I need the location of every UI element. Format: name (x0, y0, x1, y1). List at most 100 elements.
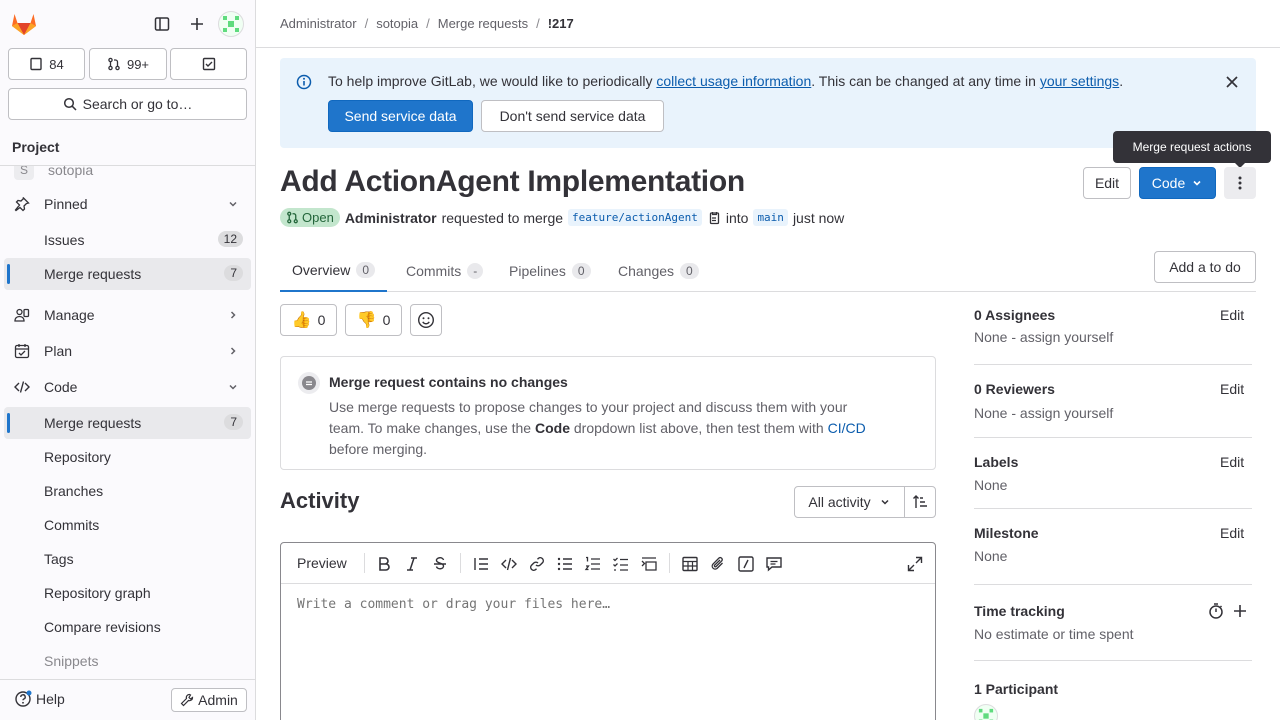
description-line: Use merge requests to propose changes to… (329, 399, 848, 415)
more-actions-button[interactable] (1224, 167, 1256, 199)
sidebar-item-tags[interactable]: Tags (4, 543, 251, 575)
link-icon[interactable] (528, 555, 546, 573)
code-dropdown-button[interactable]: Code (1139, 167, 1216, 199)
code-icon[interactable] (500, 555, 518, 573)
sidebar-project-link[interactable]: S sotopia (4, 166, 251, 186)
copy-branch-icon[interactable] (707, 211, 721, 225)
admin-button[interactable]: Admin (171, 688, 247, 712)
add-todo-button[interactable]: Add a to do (1154, 251, 1256, 283)
activity-filter-dropdown[interactable]: All activity (794, 486, 905, 518)
quote-icon[interactable] (472, 555, 490, 573)
sidebar-toggle-icon[interactable] (152, 14, 172, 34)
preview-button[interactable]: Preview (297, 555, 347, 571)
thumbs-down-button[interactable]: 👎 0 (345, 304, 402, 336)
italic-icon[interactable] (403, 555, 421, 573)
merge-requests-count: 99+ (126, 56, 150, 72)
sidebar-item-code[interactable]: Code (4, 371, 251, 403)
sidebar-item-repository[interactable]: Repository (4, 441, 251, 473)
participant-avatar[interactable] (974, 704, 998, 720)
search-label: Search or go to… (82, 96, 193, 112)
sidebar-item-label: Repository graph (44, 585, 151, 601)
help-icon (14, 690, 32, 708)
collapsible-section-icon[interactable] (640, 555, 658, 573)
banner-text: To help improve GitLab, we would like to… (328, 73, 1123, 89)
collect-usage-link[interactable]: collect usage information (656, 73, 811, 89)
pin-icon (14, 196, 30, 212)
thumbs-up-button[interactable]: 👍 0 (280, 304, 337, 336)
author-link[interactable]: Administrator (345, 210, 437, 226)
sidebar-item-pinned[interactable]: Pinned (4, 188, 251, 220)
avatar[interactable] (218, 11, 244, 37)
quick-actions-icon[interactable] (737, 555, 755, 573)
bulleted-list-icon[interactable] (556, 555, 574, 573)
sidebar-item-merge-requests[interactable]: Merge requests 7 (4, 407, 251, 439)
sidebar-item-branches[interactable]: Branches (4, 475, 251, 507)
tab-overview[interactable]: Overview 0 (280, 250, 388, 292)
sidebar-header (0, 0, 255, 48)
breadcrumb-item[interactable]: Administrator (280, 16, 357, 31)
wrench-icon (180, 693, 194, 707)
reviewers-edit-button[interactable]: Edit (1220, 381, 1244, 397)
divider (974, 660, 1252, 661)
sidebar-item-compare-revisions[interactable]: Compare revisions (4, 611, 251, 643)
assignees-value[interactable]: None - assign yourself (974, 329, 1113, 345)
source-branch[interactable]: feature/actionAgent (568, 209, 702, 226)
add-reaction-button[interactable] (410, 304, 442, 336)
sidebar-item-issues[interactable]: Issues 12 (4, 224, 251, 256)
chevron-down-icon (1191, 177, 1203, 189)
tab-changes[interactable]: Changes 0 (606, 250, 711, 292)
target-branch[interactable]: main (753, 209, 788, 226)
send-service-data-button[interactable]: Send service data (328, 100, 473, 132)
issues-count: 84 (49, 56, 64, 72)
table-icon[interactable] (681, 555, 699, 573)
comment-dots-icon[interactable] (765, 555, 783, 573)
description-line: before merging. (329, 441, 428, 457)
plus-icon[interactable] (187, 14, 207, 34)
breadcrumb-item[interactable]: Merge requests (438, 16, 528, 31)
issues-count-button[interactable]: 84 (8, 48, 85, 80)
description-text: team. To make changes, use the (329, 420, 535, 436)
tab-commits[interactable]: Commits - (394, 250, 495, 292)
sidebar-item-label: Commits (44, 517, 100, 533)
search-button[interactable]: Search or go to… (8, 88, 247, 120)
sidebar-item-manage[interactable]: Manage (4, 299, 251, 331)
task-list-icon[interactable] (612, 555, 630, 573)
sidebar-item-label: Repository (44, 449, 111, 465)
help-button[interactable]: Help (14, 690, 65, 708)
numbered-list-icon[interactable] (584, 555, 602, 573)
sort-direction-button[interactable] (904, 486, 936, 518)
edit-button[interactable]: Edit (1083, 167, 1131, 199)
strikethrough-icon[interactable] (431, 555, 449, 573)
tab-label: Overview (292, 262, 351, 278)
stopwatch-icon[interactable] (1207, 602, 1225, 620)
breadcrumb-current[interactable]: !217 (548, 16, 574, 31)
sidebar-item-snippets[interactable]: Snippets (4, 645, 251, 677)
tab-pipelines[interactable]: Pipelines 0 (497, 250, 603, 292)
your-settings-link[interactable]: your settings (1040, 73, 1119, 89)
editor-toolbar: Preview (281, 543, 935, 584)
assignees-edit-button[interactable]: Edit (1220, 307, 1244, 323)
dont-send-service-data-button[interactable]: Don't send service data (481, 100, 664, 132)
ci-cd-link[interactable]: CI/CD (828, 420, 866, 436)
gitlab-logo-icon[interactable] (10, 10, 38, 38)
merge-requests-count-button[interactable]: 99+ (89, 48, 167, 80)
bold-icon[interactable] (375, 555, 393, 573)
sidebar-item-repository-graph[interactable]: Repository graph (4, 577, 251, 609)
merge-request-tabs: Overview 0 Commits - Pipelines 0 Changes 0 A… (280, 250, 1256, 292)
close-icon[interactable] (1224, 74, 1240, 90)
sidebar-item-merge-requests-pinned[interactable]: Merge requests 7 (4, 258, 251, 290)
labels-edit-button[interactable]: Edit (1220, 454, 1244, 470)
no-changes-title: Merge request contains no changes (329, 374, 568, 390)
merge-request-actions-tooltip: Merge request actions (1113, 131, 1271, 168)
breadcrumb-item[interactable]: sotopia (376, 16, 418, 31)
tab-label: Pipelines (509, 263, 566, 279)
maximize-icon[interactable] (906, 555, 924, 573)
sidebar-item-commits[interactable]: Commits (4, 509, 251, 541)
paperclip-icon[interactable] (709, 555, 727, 573)
reviewers-value[interactable]: None - assign yourself (974, 405, 1113, 421)
comment-textarea[interactable] (282, 585, 934, 720)
plus-icon[interactable] (1231, 602, 1249, 620)
sidebar-item-plan[interactable]: Plan (4, 335, 251, 367)
todos-button[interactable] (170, 48, 247, 80)
milestone-edit-button[interactable]: Edit (1220, 525, 1244, 541)
